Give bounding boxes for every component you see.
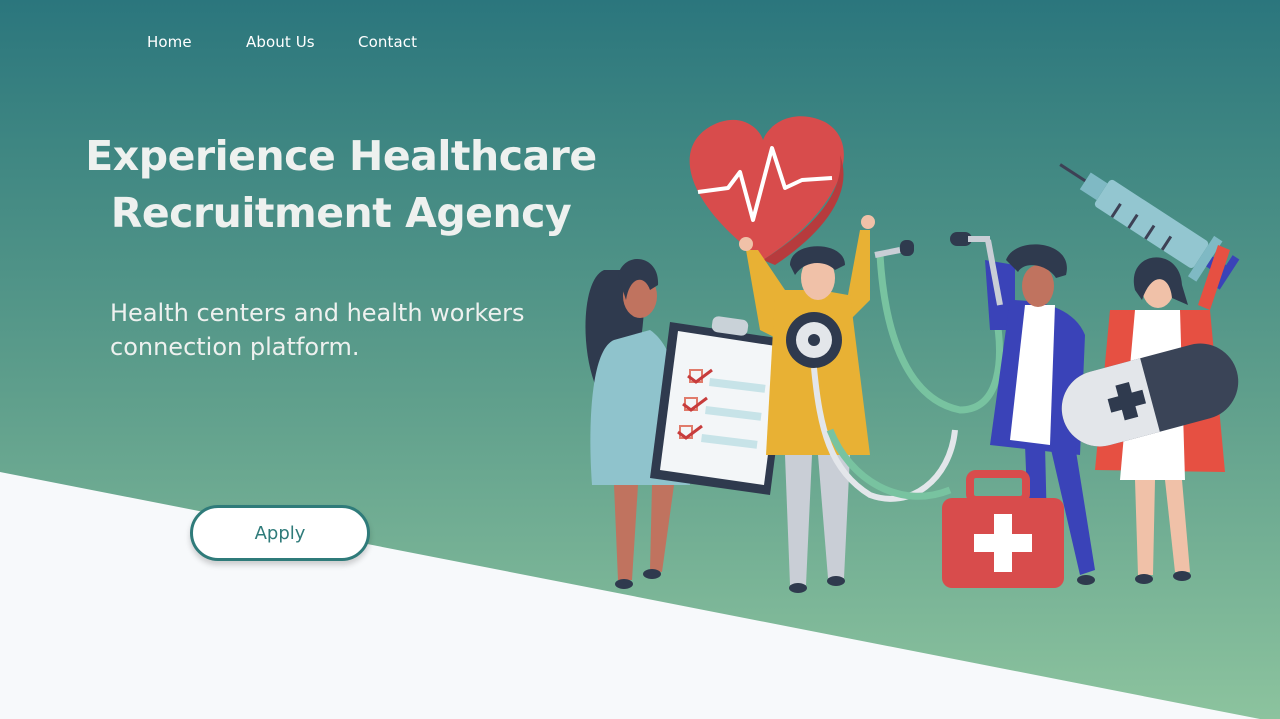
subtitle-line-2: connection platform.: [110, 333, 360, 361]
hero-headline: Experience Healthcare Recruitment Agency: [80, 128, 602, 242]
hero-subtitle: Health centers and health workers connec…: [110, 296, 550, 364]
nav-home-link[interactable]: Home: [147, 33, 192, 51]
heart-icon: [689, 116, 844, 265]
apply-button[interactable]: Apply: [190, 505, 370, 561]
nav-about-link[interactable]: About Us: [246, 33, 315, 51]
top-nav: Home About Us Contact: [0, 33, 600, 57]
headline-line-2: Recruitment Agency: [110, 189, 572, 237]
nav-contact-link[interactable]: Contact: [358, 33, 417, 51]
healthcare-team-illustration: [585, 116, 1240, 593]
subtitle-line-1: Health centers and health workers: [110, 299, 525, 327]
headline-line-1: Experience Healthcare: [85, 132, 597, 180]
